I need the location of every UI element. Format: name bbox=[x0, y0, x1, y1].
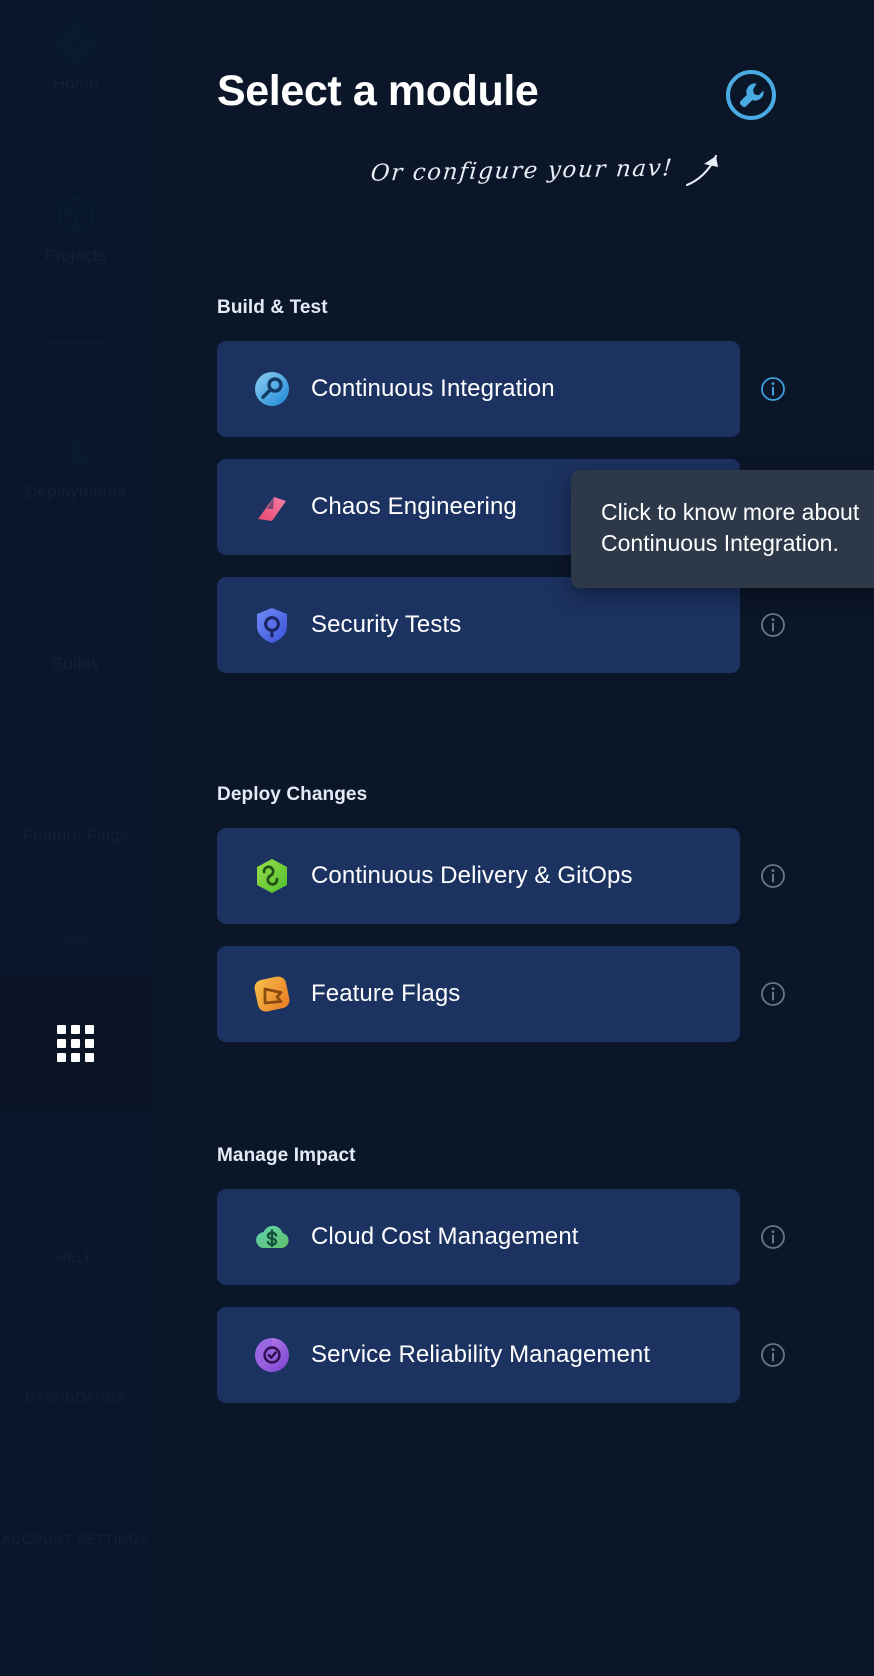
info-circle-icon bbox=[761, 613, 785, 637]
page-header: Select a module bbox=[217, 58, 874, 138]
sidebar-item-label: HELP bbox=[56, 1250, 95, 1265]
grid-modules-icon bbox=[57, 1025, 94, 1062]
section-title: Manage Impact bbox=[217, 1145, 356, 1166]
dashboards-layout-icon bbox=[53, 1336, 99, 1382]
svg-text:?: ? bbox=[65, 1206, 74, 1223]
sidebar-item-label: Projects bbox=[44, 246, 107, 265]
module-label: Chaos Engineering bbox=[311, 493, 517, 520]
module-row: Feature Flags bbox=[217, 946, 874, 1042]
curved-arrow-icon bbox=[683, 148, 725, 193]
module-card-feature-flags[interactable]: Feature Flags bbox=[217, 946, 740, 1042]
module-label: Feature Flags bbox=[311, 980, 461, 1007]
projects-cube-icon bbox=[53, 192, 99, 238]
module-selector-page: Home Projects Deployments Builds Feature… bbox=[0, 0, 874, 1676]
section-title: Build & Test bbox=[217, 297, 328, 318]
info-circle-icon bbox=[761, 377, 785, 401]
page-title: Select a module bbox=[217, 67, 539, 115]
sidebar-item-modules[interactable] bbox=[0, 977, 151, 1110]
home-diamond-icon bbox=[53, 20, 99, 66]
continuous-integration-icon bbox=[252, 369, 292, 409]
module-card-cloud-cost-management[interactable]: Cloud Cost Management bbox=[217, 1189, 740, 1285]
gear-icon bbox=[53, 1478, 99, 1524]
builds-gauge-icon bbox=[53, 600, 99, 646]
feature-flags-icon bbox=[252, 974, 292, 1014]
module-row: Continuous Integration bbox=[217, 341, 874, 437]
info-button-cloud-cost-management[interactable] bbox=[760, 1224, 786, 1250]
sidebar-item-dashboards[interactable]: DASHBOARDS bbox=[0, 1336, 151, 1405]
module-row: Security Tests bbox=[217, 577, 874, 673]
info-circle-icon bbox=[761, 1225, 785, 1249]
module-label: Cloud Cost Management bbox=[311, 1223, 579, 1250]
help-chat-icon: ? bbox=[53, 1196, 99, 1242]
sidebar-item-projects[interactable]: Projects bbox=[0, 192, 151, 266]
chaos-engineering-icon bbox=[252, 487, 292, 527]
sidebar-divider bbox=[45, 341, 105, 344]
tooltip-text: Click to know more about Continuous Inte… bbox=[601, 499, 860, 556]
module-card-continuous-delivery-gitops[interactable]: Continuous Delivery & GitOps bbox=[217, 828, 740, 924]
configure-nav-button[interactable] bbox=[724, 68, 778, 122]
sidebar-item-account-settings[interactable]: ACCOUNT SETTINGS bbox=[0, 1478, 151, 1547]
left-sidebar: Home Projects Deployments Builds Feature… bbox=[0, 0, 151, 1676]
section-deploy-changes: Deploy Changes Continuous Delivery & Git… bbox=[217, 784, 874, 1064]
sidebar-item-label: Home bbox=[52, 74, 99, 93]
continuous-delivery-icon bbox=[252, 856, 292, 896]
wrench-circle-icon bbox=[726, 70, 776, 120]
info-button-service-reliability-management[interactable] bbox=[760, 1342, 786, 1368]
sidebar-item-home[interactable]: Home bbox=[0, 20, 151, 94]
sidebar-item-builds[interactable]: Builds bbox=[0, 600, 151, 674]
nav-hint: Or configure your nav! bbox=[369, 148, 725, 193]
nav-hint-text: Or configure your nav! bbox=[369, 154, 675, 187]
security-tests-shield-icon bbox=[252, 605, 292, 645]
sidebar-item-label: DASHBOARDS bbox=[25, 1390, 126, 1405]
tooltip-continuous-integration: Click to know more about Continuous Inte… bbox=[571, 470, 874, 589]
info-button-security-tests[interactable] bbox=[760, 612, 786, 638]
info-circle-icon bbox=[761, 982, 785, 1006]
module-card-security-tests[interactable]: Security Tests bbox=[217, 577, 740, 673]
feature-flags-icon bbox=[53, 772, 99, 818]
module-label: Service Reliability Management bbox=[311, 1341, 651, 1368]
module-label: Continuous Integration bbox=[311, 375, 555, 402]
module-card-continuous-integration[interactable]: Continuous Integration bbox=[217, 341, 740, 437]
module-card-service-reliability-management[interactable]: Service Reliability Management bbox=[217, 1307, 740, 1403]
sidebar-item-label: Builds bbox=[52, 654, 99, 673]
sidebar-item-deployments[interactable]: Deployments bbox=[0, 428, 151, 502]
sidebar-item-help[interactable]: ? HELP bbox=[0, 1196, 151, 1265]
info-circle-icon bbox=[761, 1343, 785, 1367]
deployments-infinity-icon bbox=[53, 428, 99, 474]
sidebar-item-label: Deployments bbox=[25, 482, 126, 501]
module-row: Cloud Cost Management bbox=[217, 1189, 874, 1285]
module-label: Security Tests bbox=[311, 611, 462, 638]
main-content: Select a module Or configure your nav! B… bbox=[151, 0, 874, 1676]
section-manage-impact: Manage Impact Cloud Cost Management Serv… bbox=[217, 1145, 874, 1425]
sidebar-item-label: ACCOUNT SETTINGS bbox=[1, 1532, 150, 1547]
module-row: Service Reliability Management bbox=[217, 1307, 874, 1403]
info-button-feature-flags[interactable] bbox=[760, 981, 786, 1007]
sidebar-expand-caret-icon[interactable] bbox=[0, 930, 151, 952]
info-button-continuous-delivery[interactable] bbox=[760, 863, 786, 889]
module-label: Continuous Delivery & GitOps bbox=[311, 862, 633, 889]
info-circle-icon bbox=[761, 864, 785, 888]
service-reliability-icon bbox=[252, 1335, 292, 1375]
sidebar-item-feature-flags[interactable]: Feature Flags bbox=[0, 772, 151, 846]
sidebar-item-label: Feature Flags bbox=[22, 826, 129, 845]
section-title: Deploy Changes bbox=[217, 784, 368, 805]
cloud-cost-icon bbox=[252, 1217, 292, 1257]
module-row: Continuous Delivery & GitOps bbox=[217, 828, 874, 924]
info-button-continuous-integration[interactable] bbox=[760, 376, 786, 402]
